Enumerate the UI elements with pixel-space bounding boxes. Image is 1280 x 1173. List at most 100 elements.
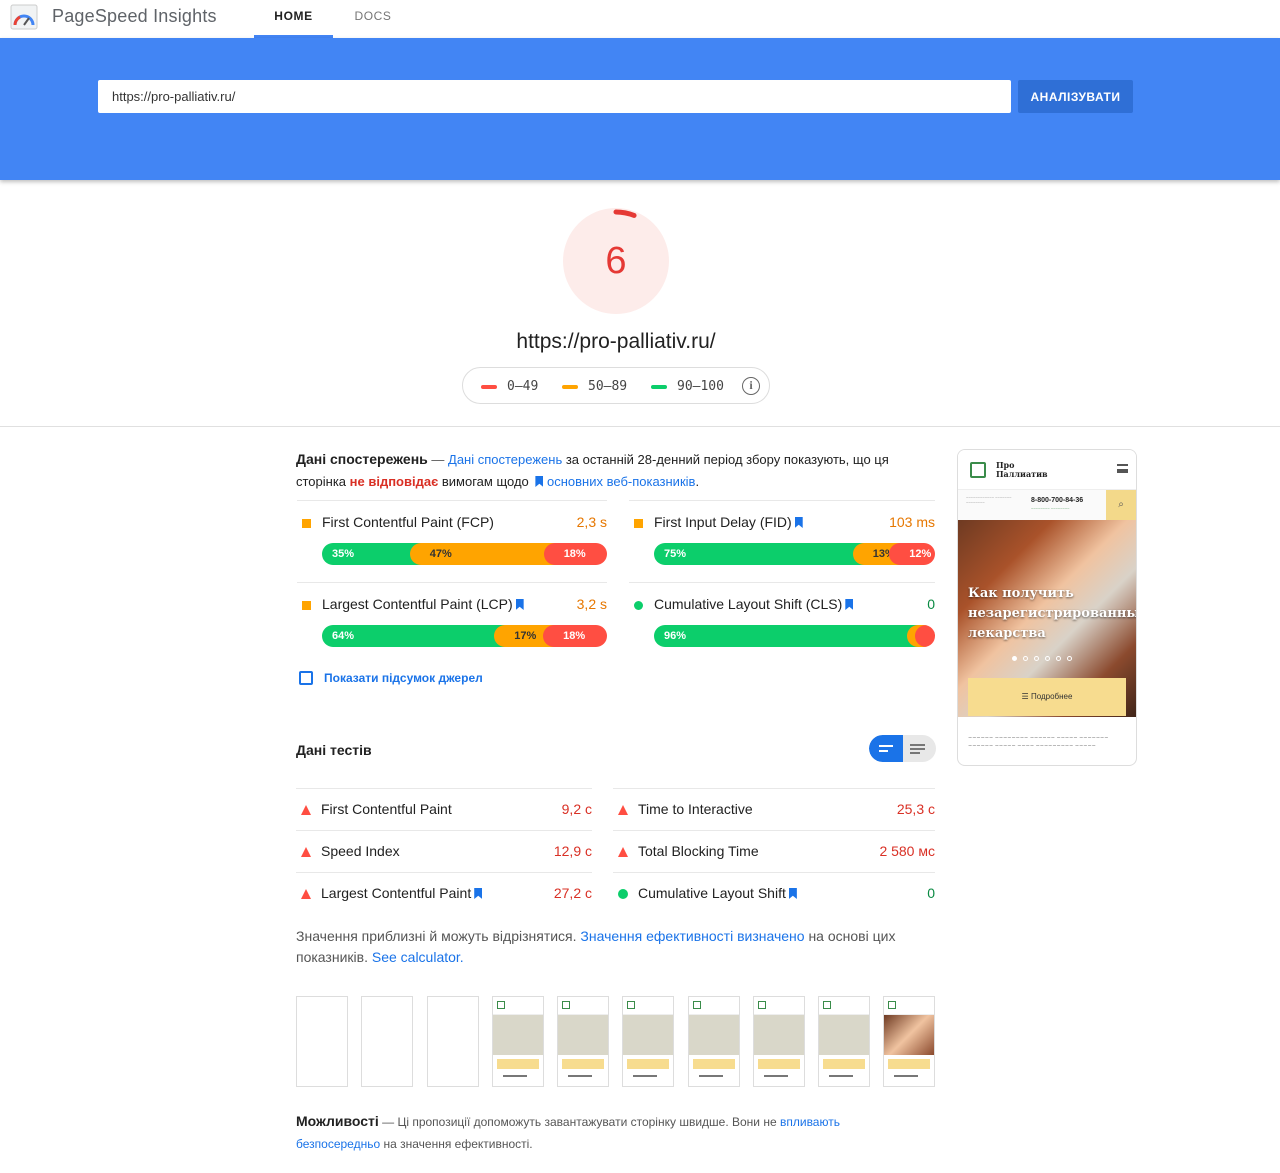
metric-name: Cumulative Layout Shift (CLS) [654, 596, 854, 612]
info-icon[interactable]: i [742, 377, 760, 395]
field-metric-lcp: Largest Contentful Paint (LCP) 3,2 s 64%… [297, 582, 607, 664]
bookmark-icon [794, 517, 803, 528]
legend-average: 50–89 [562, 379, 627, 394]
lab-data-title: Дані тестів [296, 742, 372, 758]
lab-metric-cls: Cumulative Layout Shift 0 [613, 872, 935, 914]
filmstrip-frame [622, 996, 674, 1087]
show-sources-label[interactable]: Показати підсумок джерел [324, 671, 483, 685]
metric-name: Time to Interactive [638, 801, 753, 817]
metric-value: 0 [927, 596, 935, 612]
field-data-link[interactable]: Дані спостережень [448, 452, 562, 467]
filmstrip-frame [296, 996, 348, 1087]
metric-value: 2 580 мс [879, 843, 935, 859]
view-toggle[interactable] [869, 735, 936, 762]
legend-poor-label: 0–49 [507, 379, 539, 394]
metric-value: 25,3 с [896, 801, 935, 817]
distribution-good: 35% [322, 543, 422, 565]
poor-triangle-icon [618, 805, 628, 815]
metric-value: 12,9 с [553, 843, 592, 859]
lab-metric-si: Speed Index 12,9 с [296, 830, 592, 872]
calculator-link[interactable]: See calculator. [372, 949, 464, 965]
legend-good: 90–100 [651, 379, 724, 394]
field-text-3: . [695, 474, 700, 489]
lab-metric-tbt: Total Blocking Time 2 580 мс [613, 830, 935, 872]
bookmark-icon [535, 476, 544, 487]
metric-value: 3,2 s [576, 596, 607, 612]
good-circle-icon [634, 601, 643, 610]
metric-name: Largest Contentful Paint [321, 885, 483, 901]
metric-name: Speed Index [321, 843, 400, 859]
legend-poor: 0–49 [481, 379, 538, 394]
distribution-bar: 75% 13% 12% [654, 543, 935, 565]
preview-headline: Как получить незарегистрированные лекарс… [968, 586, 1137, 641]
metric-name: First Contentful Paint (FCP) [322, 514, 494, 530]
preview-search-icon: ⌕ [1106, 490, 1136, 520]
metric-value: 0 [927, 885, 935, 901]
metric-name: First Input Delay (FID) [654, 514, 803, 530]
legend-poor-swatch [481, 384, 497, 389]
note-text-1: Значення приблизні й можуть відрізнятися… [296, 928, 581, 944]
filmstrip-frame [557, 996, 609, 1087]
preview-logo-icon [970, 462, 986, 478]
show-sources-toggle[interactable]: Показати підсумок джерел [299, 671, 483, 685]
preview-brand: Про Паллиатив [996, 460, 1048, 479]
bookmark-icon [788, 888, 797, 899]
poor-triangle-icon [618, 847, 628, 857]
opportunities-header: Можливості — Ці пропозиції допоможуть за… [296, 1110, 916, 1155]
performance-score: 6 [605, 240, 627, 282]
filmstrip-frame [753, 996, 805, 1087]
poor-triangle-icon [301, 805, 311, 815]
metric-name: First Contentful Paint [321, 801, 452, 817]
divider [0, 426, 1280, 427]
metric-value: 9,2 с [561, 801, 592, 817]
summary-view-icon[interactable] [869, 735, 903, 762]
distribution-bar: 35% 47% 18% [322, 543, 607, 565]
analyze-button[interactable]: АНАЛІЗУВАТИ [1018, 80, 1133, 113]
filmstrip-frame [883, 996, 935, 1087]
bookmark-icon [515, 599, 524, 610]
metric-value: 103 ms [889, 514, 935, 530]
average-square-icon [634, 519, 643, 528]
core-web-vitals-link[interactable]: основних веб-показників [547, 474, 695, 489]
filmstrip-frame [427, 996, 479, 1087]
metric-name: Cumulative Layout Shift [638, 885, 797, 901]
score-legend: 0–49 50–89 90–100 i [462, 367, 770, 404]
preview-phone-sub: ~~~~~~~~ ~~~~~~~~ [1031, 506, 1070, 511]
metric-name: Largest Contentful Paint (LCP) [322, 596, 524, 612]
field-dash: — [427, 452, 449, 467]
average-square-icon [302, 519, 311, 528]
checkbox[interactable] [299, 671, 313, 685]
poor-triangle-icon [301, 847, 311, 857]
tab-home[interactable]: HOME [254, 0, 333, 38]
search-hero: АНАЛІЗУВАТИ [0, 38, 1280, 180]
opportunities-text-2: на значення ефективності. [380, 1137, 533, 1151]
field-fails-text: не відповідає [349, 474, 439, 489]
field-metric-cls: Cumulative Layout Shift (CLS) 0 96%2%2% [629, 582, 935, 664]
field-text-2: вимогам щодо [438, 474, 533, 489]
legend-average-label: 50–89 [588, 379, 628, 394]
distribution-good: 96% [654, 625, 919, 647]
field-data-header: Дані спостережень — Дані спостережень за… [296, 448, 896, 493]
score-calculation-link[interactable]: Значення ефективності визначено [580, 928, 804, 944]
distribution-poor: 18% [543, 543, 607, 565]
lab-metric-lcp: Largest Contentful Paint 27,2 с [296, 872, 592, 914]
tab-docs[interactable]: DOCS [340, 0, 406, 38]
preview-carousel-dots [1012, 656, 1078, 661]
distribution-poor: 2% [915, 625, 935, 647]
url-input[interactable] [98, 80, 1011, 113]
distribution-bar: 96%2%2% [654, 625, 935, 647]
distribution-good: 64% [322, 625, 507, 647]
field-metric-fid: First Input Delay (FID) 103 ms 75% 13% 12% [629, 500, 935, 582]
page-screenshot-preview: Про Паллиатив ~~~~~~~~~~~~ ~~~~~~~ ~~~~~~… [957, 449, 1137, 766]
metric-value: 2,3 s [576, 514, 607, 530]
app-title[interactable]: PageSpeed Insights [52, 6, 217, 27]
metric-name: Total Blocking Time [638, 843, 759, 859]
distribution-bar: 64% 17% 18% [322, 625, 607, 647]
poor-triangle-icon [301, 889, 311, 899]
preview-header: Про Паллиатив [958, 450, 1136, 490]
filmstrip-frame [818, 996, 870, 1087]
pagespeed-logo-icon[interactable] [10, 4, 38, 30]
legend-average-swatch [562, 384, 578, 389]
distribution-average: 47% [409, 543, 556, 565]
preview-footer-text: ~~~~~~ ~~~~~~~~ ~~~~~~ ~~~~~ ~~~~~~~ ~~~… [968, 735, 1109, 749]
